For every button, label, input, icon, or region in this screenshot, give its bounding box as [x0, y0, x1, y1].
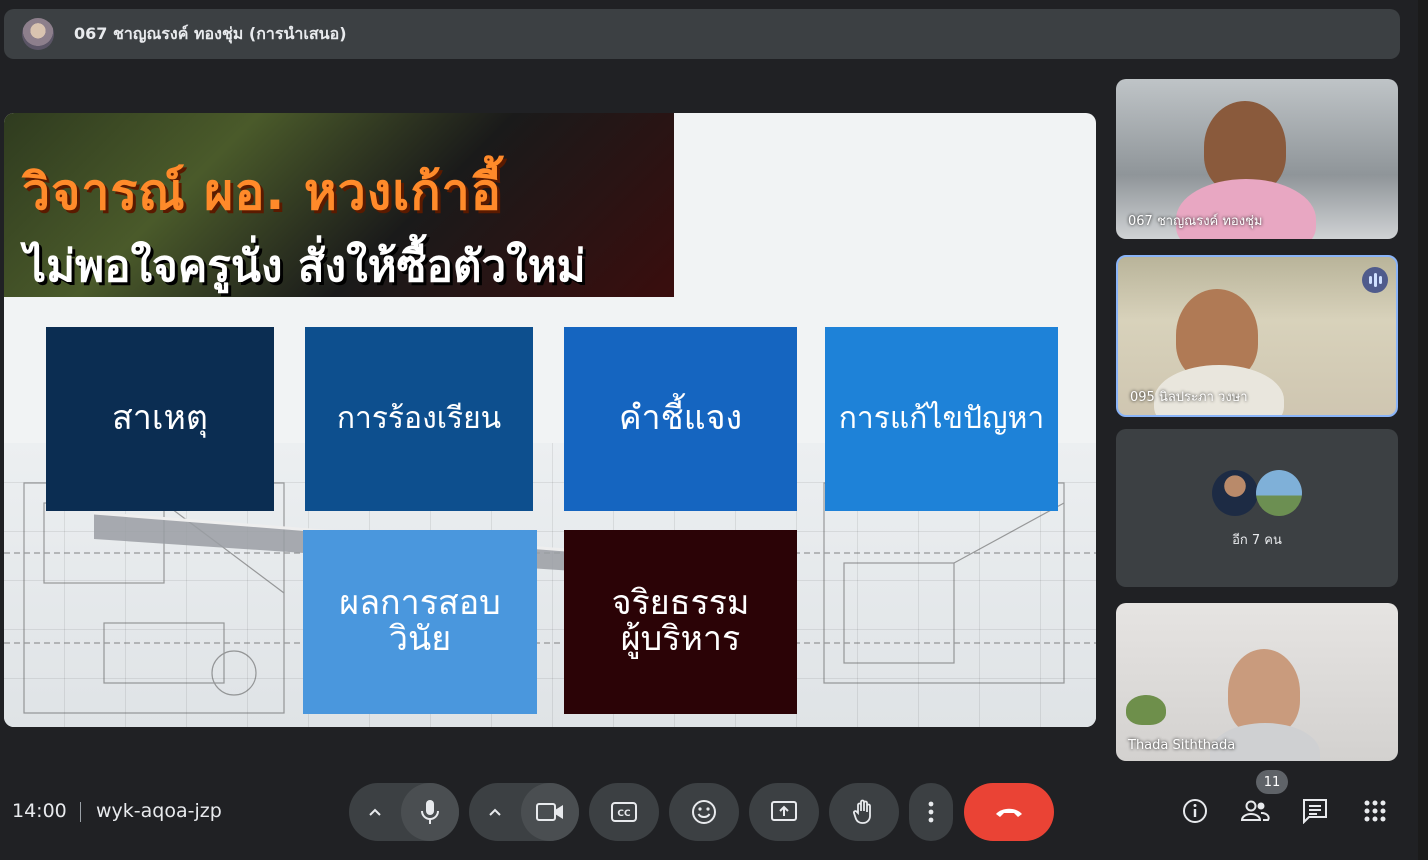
raise-hand-icon	[853, 799, 871, 824]
participant-name: Thada Siththada	[1128, 738, 1236, 753]
people-icon	[1240, 800, 1270, 821]
headline-line-2: ไม่พอใจครูนั่ง สั่งให้ซื้อตัวใหม่	[24, 241, 586, 292]
people-button[interactable]	[1238, 794, 1272, 828]
topic-box-complaint: การร้องเรียน	[305, 327, 533, 511]
reactions-button[interactable]	[669, 783, 739, 841]
news-headline-image: วิจารณ์ ผอ. หวงเก้าอี้ ไม่พอใจครูนั่ง สั…	[4, 113, 674, 297]
meeting-code: wyk-aqoa-jzp	[96, 800, 222, 822]
chat-icon	[1303, 799, 1327, 824]
meeting-details-button[interactable]	[1178, 794, 1212, 828]
microphone-control-group	[349, 783, 459, 841]
apps-grid-icon	[1364, 800, 1386, 822]
activities-button[interactable]	[1358, 794, 1392, 828]
microphone-button[interactable]	[401, 783, 459, 841]
audio-options-chevron-icon[interactable]	[349, 807, 401, 817]
more-participants-label: อีก 7 คน	[1232, 533, 1282, 548]
raise-hand-button[interactable]	[829, 783, 899, 841]
participant-count-badge: 11	[1256, 770, 1288, 794]
presenter-avatar	[22, 18, 54, 50]
participant-avatar	[1256, 470, 1302, 516]
more-options-button[interactable]	[909, 783, 953, 841]
participant-tile[interactable]: Thada Siththada	[1116, 603, 1398, 761]
closed-captions-icon: CC	[611, 802, 637, 822]
more-vertical-icon	[928, 801, 934, 823]
presenter-bar: 067 ชาญณรงค์ ทองชุ่ม (การนำเสนอ)	[4, 9, 1400, 59]
captions-button[interactable]: CC	[589, 783, 659, 841]
topic-box-ethics: จริยธรรม ผู้บริหาร	[564, 530, 797, 714]
headline-line-1: วิจารณ์ ผอ. หวงเก้าอี้	[22, 163, 502, 221]
topic-box-clarification: คำชี้แจง	[564, 327, 797, 511]
present-screen-icon	[771, 801, 797, 821]
presentation-stage[interactable]: วิจารณ์ ผอ. หวงเก้าอี้ ไม่พอใจครูนั่ง สั…	[4, 113, 1096, 727]
presenter-title: 067 ชาญณรงค์ ทองชุ่ม (การนำเสนอ)	[74, 23, 347, 43]
microphone-icon	[421, 800, 439, 824]
participant-tile-active-speaker[interactable]: 095 นิลประภา วงษา	[1116, 255, 1398, 417]
topic-box-disciplinary-result: ผลการสอบ วินัย	[303, 530, 537, 714]
participant-avatar	[1212, 470, 1258, 516]
camera-control-group	[469, 783, 579, 841]
topic-box-cause: สาเหตุ	[46, 327, 274, 511]
video-options-chevron-icon[interactable]	[469, 807, 521, 817]
window-edge	[1418, 0, 1428, 860]
present-screen-button[interactable]	[749, 783, 819, 841]
svg-text:CC: CC	[617, 809, 631, 819]
hang-up-icon	[996, 808, 1022, 817]
topic-box-solution: การแก้ไขปัญหา	[825, 327, 1058, 511]
chat-button[interactable]	[1298, 794, 1332, 828]
divider	[80, 802, 81, 822]
leave-call-button[interactable]	[964, 783, 1054, 841]
speaking-indicator-icon	[1362, 267, 1388, 293]
info-icon	[1183, 799, 1207, 823]
participant-tile[interactable]: 067 ชาญณรงค์ ทองชุ่ม	[1116, 79, 1398, 239]
plant-decoration	[1126, 695, 1166, 725]
participant-name: 095 นิลประภา วงษา	[1130, 390, 1248, 405]
camera-icon	[536, 803, 563, 821]
camera-button[interactable]	[521, 783, 579, 841]
participant-name: 067 ชาญณรงค์ ทองชุ่ม	[1128, 214, 1263, 229]
meeting-controls-bar: 14:00 wyk-aqoa-jzp CC	[0, 780, 1428, 844]
meeting-time: 14:00	[12, 800, 67, 822]
emoji-icon	[692, 800, 716, 824]
more-participants-tile[interactable]: อีก 7 คน	[1116, 429, 1398, 587]
